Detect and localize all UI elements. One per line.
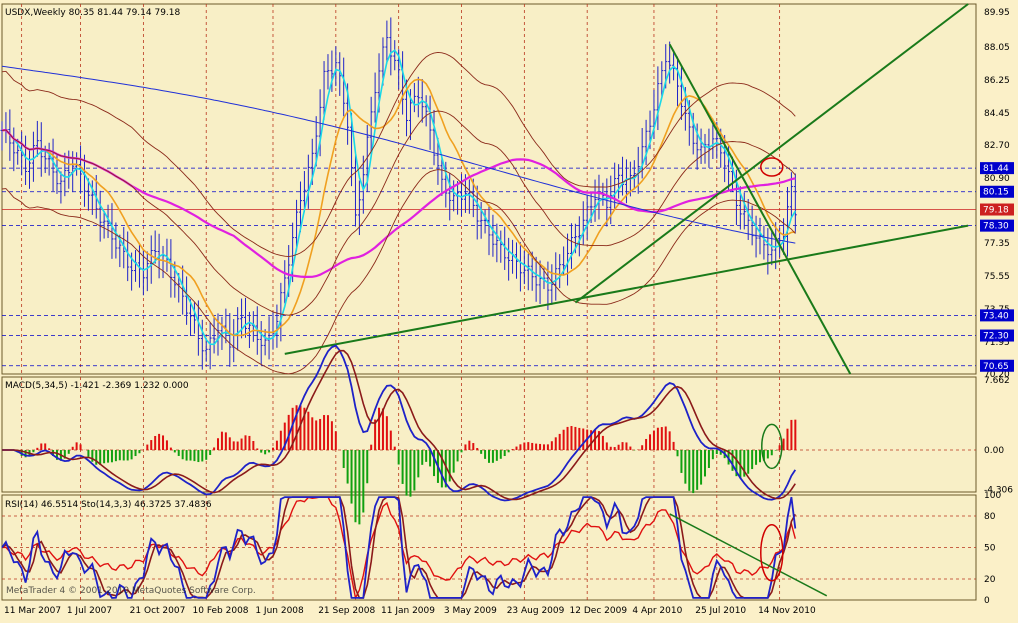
x-tick-label: 11 Mar 2007 [4,606,61,616]
x-tick-label: 10 Feb 2008 [193,606,249,616]
rsi-y-tick: 20 [984,575,996,585]
price-level-label: 80.15 [983,188,1009,198]
macd-panel [1,376,977,493]
price-level-label: 72.30 [983,332,1009,342]
price-level-label: 70.65 [983,362,1009,372]
price-level-label: 81.44 [983,164,1009,174]
x-tick-label: 11 Jan 2009 [381,606,435,616]
rsi-panel-title: RSI(14) 46.5514 Sto(14,3,3) 46.3725 37.4… [5,500,212,510]
price-y-tick: 89.95 [984,8,1010,18]
x-tick-label: 12 Dec 2009 [570,606,628,616]
price-y-tick: 80.90 [984,174,1010,184]
chart-svg: 11 Mar 2007 1 Jul 2007 21 Oct 2007 10 Feb 2… [0,0,1018,619]
x-tick-label: 23 Aug 2009 [507,606,565,616]
x-tick-label: 1 Jul 2007 [67,606,112,616]
price-y-tick: 84.45 [984,109,1010,119]
macd-panel-title: MACD(5,34,5) -1.421 -2.369 1.232 0.000 [5,381,189,391]
price-y-tick: 77.35 [984,239,1010,249]
price-level-label: 73.40 [983,311,1009,321]
x-tick-label: 21 Oct 2007 [130,606,186,616]
price-y-tick: 88.05 [984,43,1010,53]
price-level-label: 79.18 [983,206,1009,216]
x-tick-label: 21 Sep 2008 [318,606,375,616]
macd-y-tick: 7.662 [984,376,1010,386]
x-tick-label: 1 Jun 2008 [255,606,304,616]
usdx-weekly-chart: 11 Mar 2007 1 Jul 2007 21 Oct 2007 10 Feb 2… [0,0,1018,619]
price-y-tick: 86.25 [984,76,1010,86]
macd-y-tick: 0.00 [984,446,1004,456]
x-tick-label: 14 Nov 2010 [758,606,816,616]
rsi-y-tick: 80 [984,512,996,522]
price-y-tick: 82.70 [984,141,1010,151]
price-panel-title: USDX,Weekly 80.35 81.44 79.14 79.18 [5,8,181,18]
rsi-y-tick: 0 [984,596,990,606]
rsi-y-tick: 50 [984,544,996,554]
x-tick-label: 3 May 2009 [444,606,497,616]
price-level-label: 78.30 [983,222,1009,232]
x-tick-label: 25 Jul 2010 [695,606,746,616]
watermark-text: MetaTrader 4 © 2001-2010 MetaQuotes Soft… [6,586,256,596]
price-y-tick: 75.55 [984,272,1010,282]
price-panel [1,3,977,375]
x-tick-label: 4 Apr 2010 [632,606,682,616]
rsi-y-tick: 100 [984,491,1001,501]
